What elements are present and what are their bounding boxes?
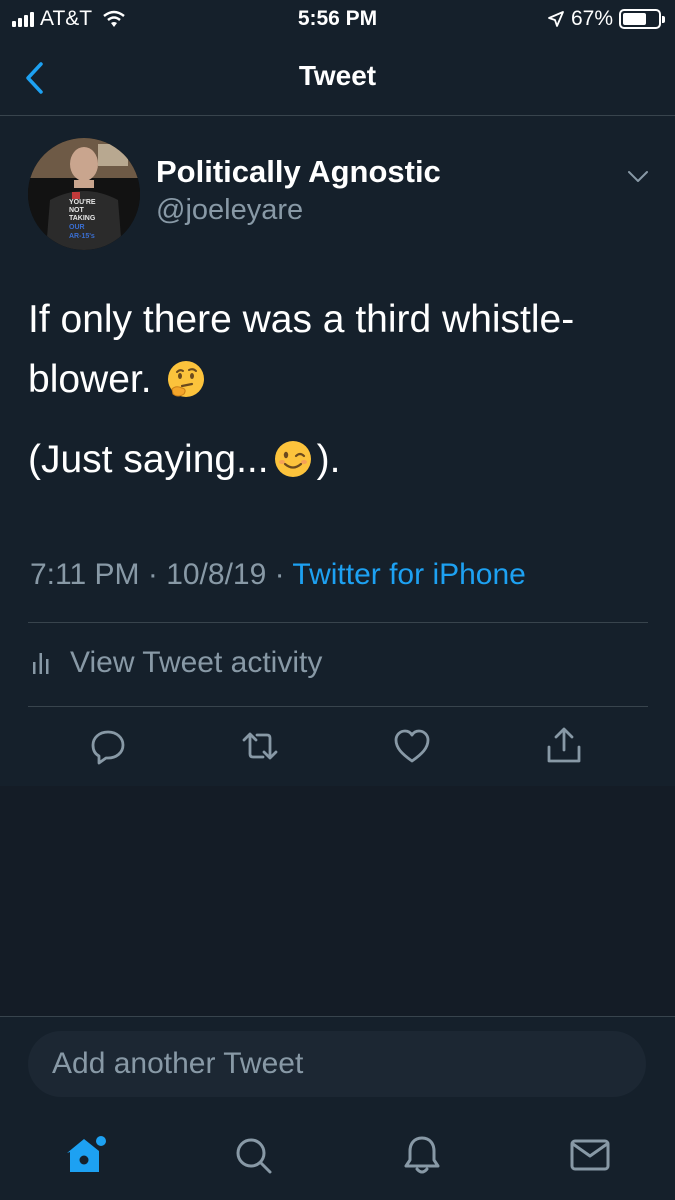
bar-chart-icon [33, 653, 49, 674]
tweet-source-link[interactable]: Twitter for iPhone [292, 558, 525, 591]
svg-text:AR-15's: AR-15's [69, 233, 95, 240]
status-bar: AT&T 5:56 PM 67% [0, 0, 675, 40]
thinking-face-icon [168, 361, 205, 397]
battery-percent: 67% [570, 7, 613, 30]
tab-notifications[interactable] [401, 1134, 443, 1176]
tweet-text-blower: blower. [28, 358, 152, 401]
search-icon [236, 1138, 272, 1174]
retweet-icon [242, 732, 278, 760]
battery-icon [619, 9, 665, 29]
svg-text:TAKING: TAKING [69, 215, 96, 222]
retweet-button[interactable] [240, 726, 280, 766]
winking-face-icon [274, 441, 311, 477]
replies-area [0, 786, 675, 1016]
tweet-text-closing: ). [316, 438, 341, 481]
page-title: Tweet [298, 60, 377, 91]
share-button[interactable] [544, 726, 584, 766]
tweet-date: 10/8/19 [166, 558, 267, 591]
avatar-image: YOU'RE NOT TAKING OUR AR-15's [28, 138, 140, 250]
like-button[interactable] [392, 726, 432, 766]
meta-separator: · [274, 558, 285, 591]
tab-messages[interactable] [569, 1134, 611, 1176]
add-another-tweet-field[interactable]: Add another Tweet [28, 1031, 646, 1097]
tweet-text-just-saying: (Just saying... [28, 438, 269, 481]
location-arrow-icon [548, 11, 564, 27]
share-icon [547, 727, 581, 763]
svg-text:YOU'RE: YOU'RE [69, 199, 96, 206]
home-icon [67, 1136, 106, 1172]
meta-separator: · [147, 558, 158, 591]
avatar-shirt-text: YOU'RE NOT TAKING OUR AR-15's [69, 199, 96, 240]
svg-text:NOT: NOT [69, 207, 85, 214]
author-handle[interactable]: @joeleyare [156, 194, 303, 227]
like-icon [394, 729, 430, 763]
battery-fill [623, 13, 646, 25]
author-name[interactable]: Politically Agnostic [156, 154, 441, 190]
nav-header: Tweet [0, 40, 675, 116]
tab-home[interactable] [64, 1134, 106, 1176]
reply-button[interactable] [88, 726, 128, 766]
svg-text:OUR: OUR [69, 224, 85, 231]
view-tweet-activity[interactable]: View Tweet activity [32, 646, 322, 680]
messages-icon [570, 1139, 610, 1171]
view-tweet-activity-label: View Tweet activity [70, 646, 323, 679]
divider [28, 622, 648, 623]
tweet-text-line-2: blower. [28, 356, 210, 404]
battery-group: 67% [547, 7, 665, 31]
tab-search[interactable] [232, 1134, 274, 1176]
notifications-icon [404, 1136, 440, 1174]
avatar[interactable]: YOU'RE NOT TAKING OUR AR-15's [28, 138, 140, 250]
tweet-text-line-3: (Just saying... ). [28, 436, 340, 484]
chevron-down-icon [628, 171, 648, 182]
divider [28, 706, 648, 707]
tweet-text-line-1: If only there was a third whistle- [28, 298, 575, 341]
reply-icon [91, 730, 125, 765]
tweet-menu-button[interactable] [624, 162, 652, 190]
tweet-time: 7:11 PM [30, 558, 140, 591]
tweet-meta: 7:11 PM · 10/8/19 · Twitter for iPhone [30, 558, 526, 592]
